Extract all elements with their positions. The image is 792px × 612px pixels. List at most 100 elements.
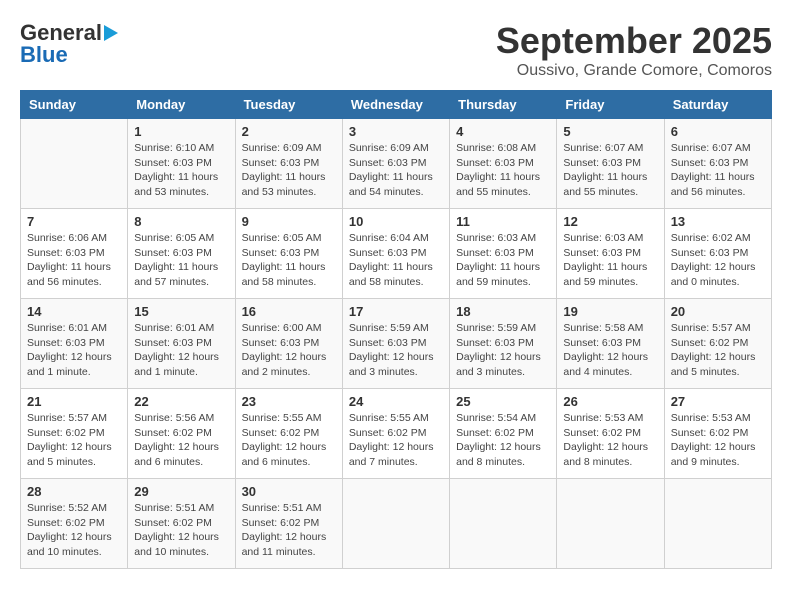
calendar-cell: 13 Sunrise: 6:02 AMSunset: 6:03 PMDayligh… (664, 209, 771, 299)
day-info: Sunrise: 6:07 AMSunset: 6:03 PMDaylight:… (563, 141, 657, 200)
day-info: Sunrise: 5:55 AMSunset: 6:02 PMDaylight:… (349, 411, 443, 470)
calendar-cell: 19 Sunrise: 5:58 AMSunset: 6:03 PMDayligh… (557, 299, 664, 389)
day-info: Sunrise: 5:53 AMSunset: 6:02 PMDaylight:… (671, 411, 765, 470)
calendar-cell: 28 Sunrise: 5:52 AMSunset: 6:02 PMDayligh… (21, 479, 128, 569)
day-info: Sunrise: 6:05 AMSunset: 6:03 PMDaylight:… (242, 231, 336, 290)
day-info: Sunrise: 6:06 AMSunset: 6:03 PMDaylight:… (27, 231, 121, 290)
weekday-header-thursday: Thursday (450, 91, 557, 119)
day-number: 23 (242, 394, 336, 409)
day-number: 8 (134, 214, 228, 229)
calendar-cell: 17 Sunrise: 5:59 AMSunset: 6:03 PMDayligh… (342, 299, 449, 389)
calendar-cell: 30 Sunrise: 5:51 AMSunset: 6:02 PMDayligh… (235, 479, 342, 569)
calendar-cell: 18 Sunrise: 5:59 AMSunset: 6:03 PMDayligh… (450, 299, 557, 389)
day-info: Sunrise: 6:04 AMSunset: 6:03 PMDaylight:… (349, 231, 443, 290)
calendar-cell: 8Sunrise: 6:05 AMSunset: 6:03 PMDaylight… (128, 209, 235, 299)
day-number: 29 (134, 484, 228, 499)
weekday-header-saturday: Saturday (664, 91, 771, 119)
day-number: 26 (563, 394, 657, 409)
week-row-2: 7 Sunrise: 6:06 AMSunset: 6:03 PMDaylight… (21, 209, 772, 299)
day-info: Sunrise: 6:02 AMSunset: 6:03 PMDaylight:… (671, 231, 765, 290)
day-info: Sunrise: 5:59 AMSunset: 6:03 PMDaylight:… (349, 321, 443, 380)
calendar-cell: 27 Sunrise: 5:53 AMSunset: 6:02 PMDayligh… (664, 389, 771, 479)
weekday-header-sunday: Sunday (21, 91, 128, 119)
day-info: Sunrise: 6:08 AMSunset: 6:03 PMDaylight:… (456, 141, 550, 200)
day-number: 11 (456, 214, 550, 229)
day-number: 16 (242, 304, 336, 319)
day-number: 10 (349, 214, 443, 229)
weekday-header-wednesday: Wednesday (342, 91, 449, 119)
logo-blue: Blue (20, 42, 68, 68)
day-number: 18 (456, 304, 550, 319)
day-number: 4 (456, 124, 550, 139)
day-info: Sunrise: 6:00 AMSunset: 6:03 PMDaylight:… (242, 321, 336, 380)
calendar-cell (557, 479, 664, 569)
day-number: 19 (563, 304, 657, 319)
weekday-header-row: SundayMondayTuesdayWednesdayThursdayFrid… (21, 91, 772, 119)
calendar-cell: 7 Sunrise: 6:06 AMSunset: 6:03 PMDaylight… (21, 209, 128, 299)
calendar-cell: 22 Sunrise: 5:56 AMSunset: 6:02 PMDayligh… (128, 389, 235, 479)
day-info: Sunrise: 6:10 AMSunset: 6:03 PMDaylight:… (134, 141, 228, 200)
calendar-cell: 4 Sunrise: 6:08 AMSunset: 6:03 PMDaylight… (450, 119, 557, 209)
day-info: Sunrise: 5:58 AMSunset: 6:03 PMDaylight:… (563, 321, 657, 380)
day-info: Sunrise: 5:59 AMSunset: 6:03 PMDaylight:… (456, 321, 550, 380)
day-info: Sunrise: 5:52 AMSunset: 6:02 PMDaylight:… (27, 501, 121, 560)
calendar-cell: 14 Sunrise: 6:01 AMSunset: 6:03 PMDayligh… (21, 299, 128, 389)
day-info: Sunrise: 6:07 AMSunset: 6:03 PMDaylight:… (671, 141, 765, 200)
week-row-5: 28 Sunrise: 5:52 AMSunset: 6:02 PMDayligh… (21, 479, 772, 569)
day-number: 17 (349, 304, 443, 319)
calendar-cell (342, 479, 449, 569)
logo: General Blue (20, 20, 118, 68)
day-number: 5 (563, 124, 657, 139)
calendar-cell: 23 Sunrise: 5:55 AMSunset: 6:02 PMDayligh… (235, 389, 342, 479)
day-info: Sunrise: 5:55 AMSunset: 6:02 PMDaylight:… (242, 411, 336, 470)
day-number: 9 (242, 214, 336, 229)
day-info: Sunrise: 5:51 AMSunset: 6:02 PMDaylight:… (134, 501, 228, 560)
day-number: 20 (671, 304, 765, 319)
day-number: 30 (242, 484, 336, 499)
calendar-cell: 24 Sunrise: 5:55 AMSunset: 6:02 PMDayligh… (342, 389, 449, 479)
day-number: 21 (27, 394, 121, 409)
day-info: Sunrise: 6:03 AMSunset: 6:03 PMDaylight:… (563, 231, 657, 290)
day-number: 28 (27, 484, 121, 499)
page-subtitle: Oussivo, Grande Comore, Comoros (496, 62, 772, 80)
weekday-header-monday: Monday (128, 91, 235, 119)
calendar-cell: 26 Sunrise: 5:53 AMSunset: 6:02 PMDayligh… (557, 389, 664, 479)
calendar-cell: 21 Sunrise: 5:57 AMSunset: 6:02 PMDayligh… (21, 389, 128, 479)
day-number: 14 (27, 304, 121, 319)
calendar-cell: 2 Sunrise: 6:09 AMSunset: 6:03 PMDaylight… (235, 119, 342, 209)
weekday-header-tuesday: Tuesday (235, 91, 342, 119)
calendar-cell: 11Sunrise: 6:03 AMSunset: 6:03 PMDayligh… (450, 209, 557, 299)
week-row-3: 14 Sunrise: 6:01 AMSunset: 6:03 PMDayligh… (21, 299, 772, 389)
calendar-cell: 6 Sunrise: 6:07 AMSunset: 6:03 PMDaylight… (664, 119, 771, 209)
day-number: 7 (27, 214, 121, 229)
day-number: 24 (349, 394, 443, 409)
day-info: Sunrise: 5:51 AMSunset: 6:02 PMDaylight:… (242, 501, 336, 560)
day-number: 13 (671, 214, 765, 229)
calendar-cell: 5 Sunrise: 6:07 AMSunset: 6:03 PMDaylight… (557, 119, 664, 209)
day-info: Sunrise: 5:56 AMSunset: 6:02 PMDaylight:… (134, 411, 228, 470)
calendar-cell: 1Sunrise: 6:10 AMSunset: 6:03 PMDaylight… (128, 119, 235, 209)
day-number: 12 (563, 214, 657, 229)
day-info: Sunrise: 5:57 AMSunset: 6:02 PMDaylight:… (27, 411, 121, 470)
week-row-1: 1Sunrise: 6:10 AMSunset: 6:03 PMDaylight… (21, 119, 772, 209)
calendar-cell: 10 Sunrise: 6:04 AMSunset: 6:03 PMDayligh… (342, 209, 449, 299)
day-number: 2 (242, 124, 336, 139)
day-info: Sunrise: 5:54 AMSunset: 6:02 PMDaylight:… (456, 411, 550, 470)
day-info: Sunrise: 6:09 AMSunset: 6:03 PMDaylight:… (242, 141, 336, 200)
title-block: September 2025 Oussivo, Grande Comore, C… (496, 20, 772, 80)
day-info: Sunrise: 6:01 AMSunset: 6:03 PMDaylight:… (27, 321, 121, 380)
day-number: 22 (134, 394, 228, 409)
calendar-table: SundayMondayTuesdayWednesdayThursdayFrid… (20, 90, 772, 569)
calendar-cell: 16 Sunrise: 6:00 AMSunset: 6:03 PMDayligh… (235, 299, 342, 389)
day-number: 27 (671, 394, 765, 409)
calendar-cell: 9 Sunrise: 6:05 AMSunset: 6:03 PMDaylight… (235, 209, 342, 299)
week-row-4: 21 Sunrise: 5:57 AMSunset: 6:02 PMDayligh… (21, 389, 772, 479)
calendar-cell (450, 479, 557, 569)
calendar-cell: 15Sunrise: 6:01 AMSunset: 6:03 PMDayligh… (128, 299, 235, 389)
day-info: Sunrise: 5:57 AMSunset: 6:02 PMDaylight:… (671, 321, 765, 380)
logo-arrow-icon (104, 25, 118, 41)
calendar-cell: 20 Sunrise: 5:57 AMSunset: 6:02 PMDayligh… (664, 299, 771, 389)
day-info: Sunrise: 5:53 AMSunset: 6:02 PMDaylight:… (563, 411, 657, 470)
calendar-cell (21, 119, 128, 209)
day-number: 6 (671, 124, 765, 139)
